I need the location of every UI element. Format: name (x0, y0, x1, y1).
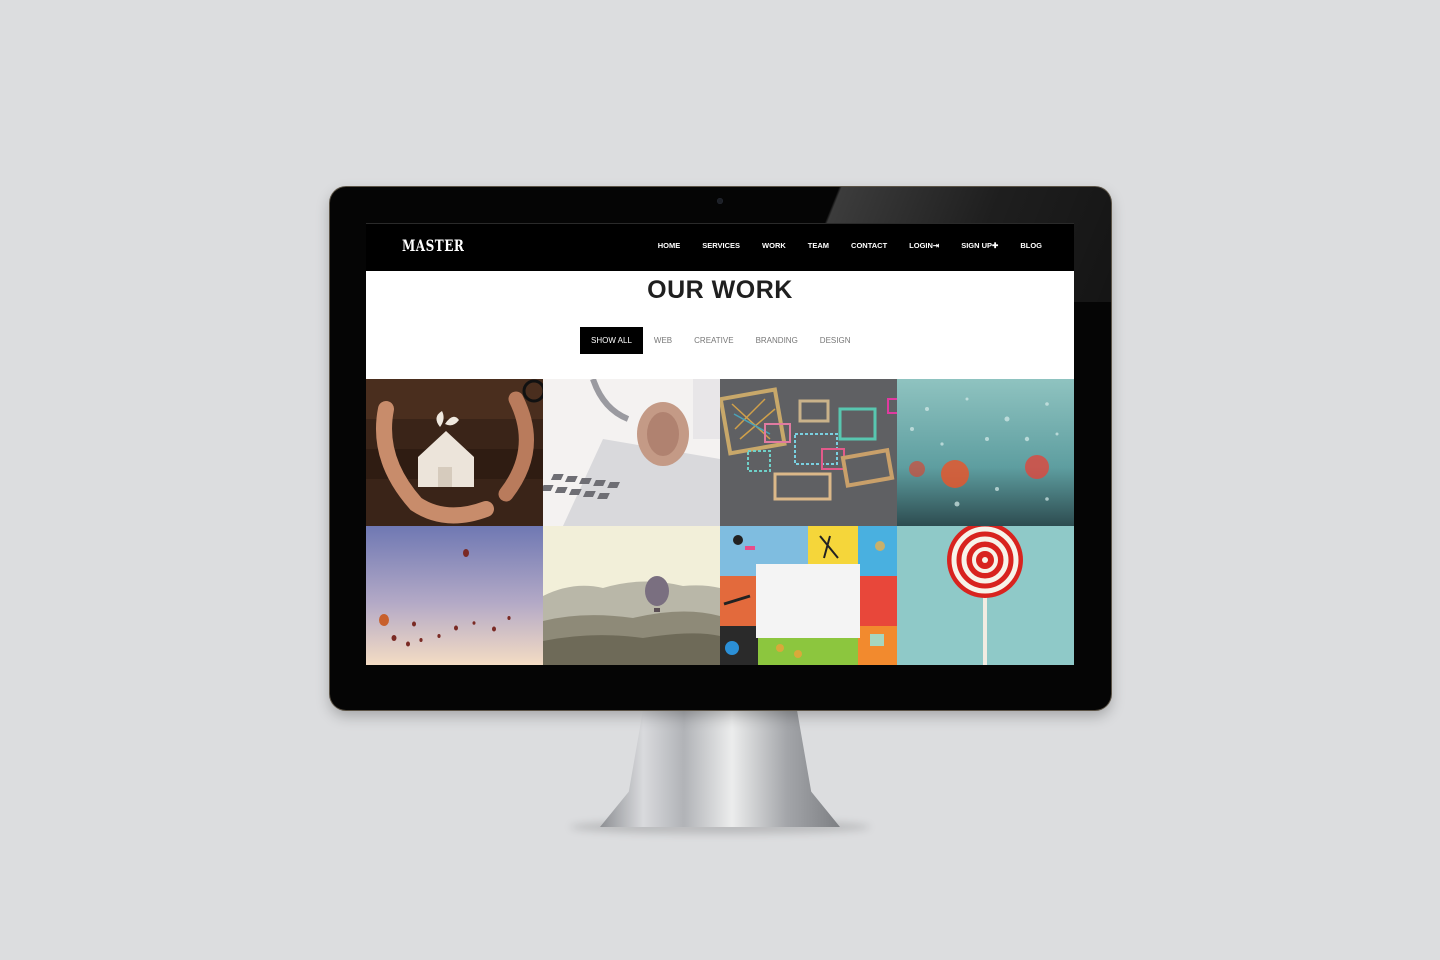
balloon-landscape-image (543, 526, 720, 665)
nav-home[interactable]: HOME (658, 241, 681, 250)
balloons-sky-image (366, 526, 543, 665)
portfolio-item-stationery[interactable] (720, 526, 897, 665)
filter-creative[interactable]: CREATIVE (683, 327, 744, 354)
frames-image (720, 379, 897, 526)
nav-menu: HOME SERVICES WORK TEAM CONTACT LOGIN⇥ S… (636, 241, 1042, 250)
monitor-stand (600, 709, 840, 827)
nav-login[interactable]: LOGIN⇥ (909, 241, 939, 250)
nav-contact[interactable]: CONTACT (851, 241, 887, 250)
portfolio-grid (366, 379, 1074, 665)
portfolio-item-rain[interactable] (897, 379, 1074, 526)
filter-show-all[interactable]: SHOW ALL (580, 327, 643, 354)
filter-design[interactable]: DESIGN (809, 327, 862, 354)
portfolio-item-balloons-sky[interactable] (366, 526, 543, 665)
nav-work[interactable]: WORK (762, 241, 786, 250)
website-screen: MASTER HOME SERVICES WORK TEAM CONTACT L… (366, 223, 1074, 665)
nav-signup[interactable]: SIGN UP✚ (961, 241, 998, 250)
nav-services[interactable]: SERVICES (702, 241, 740, 250)
nav-blog[interactable]: BLOG (1020, 241, 1042, 250)
portfolio-item-lollipop[interactable] (897, 526, 1074, 665)
filter-branding[interactable]: BRANDING (745, 327, 809, 354)
house-hands-image (366, 379, 543, 526)
portfolio-item-frames[interactable] (720, 379, 897, 526)
page-title: OUR WORK (647, 276, 793, 304)
laptop-headphones-image (543, 379, 720, 526)
portfolio-item-balloon-landscape[interactable] (543, 526, 720, 665)
camera-icon (717, 198, 723, 204)
portfolio-item-laptop[interactable] (543, 379, 720, 526)
portfolio-item-house[interactable] (366, 379, 543, 526)
navbar: MASTER HOME SERVICES WORK TEAM CONTACT L… (366, 223, 1074, 271)
rain-window-image (897, 379, 1074, 526)
nav-team[interactable]: TEAM (808, 241, 829, 250)
site-logo[interactable]: MASTER (402, 237, 464, 255)
portfolio-filters: SHOW ALL WEB CREATIVE BRANDING DESIGN (580, 327, 861, 354)
lollipop-image (897, 526, 1074, 665)
filter-web[interactable]: WEB (643, 327, 683, 354)
stationery-image (720, 526, 897, 665)
